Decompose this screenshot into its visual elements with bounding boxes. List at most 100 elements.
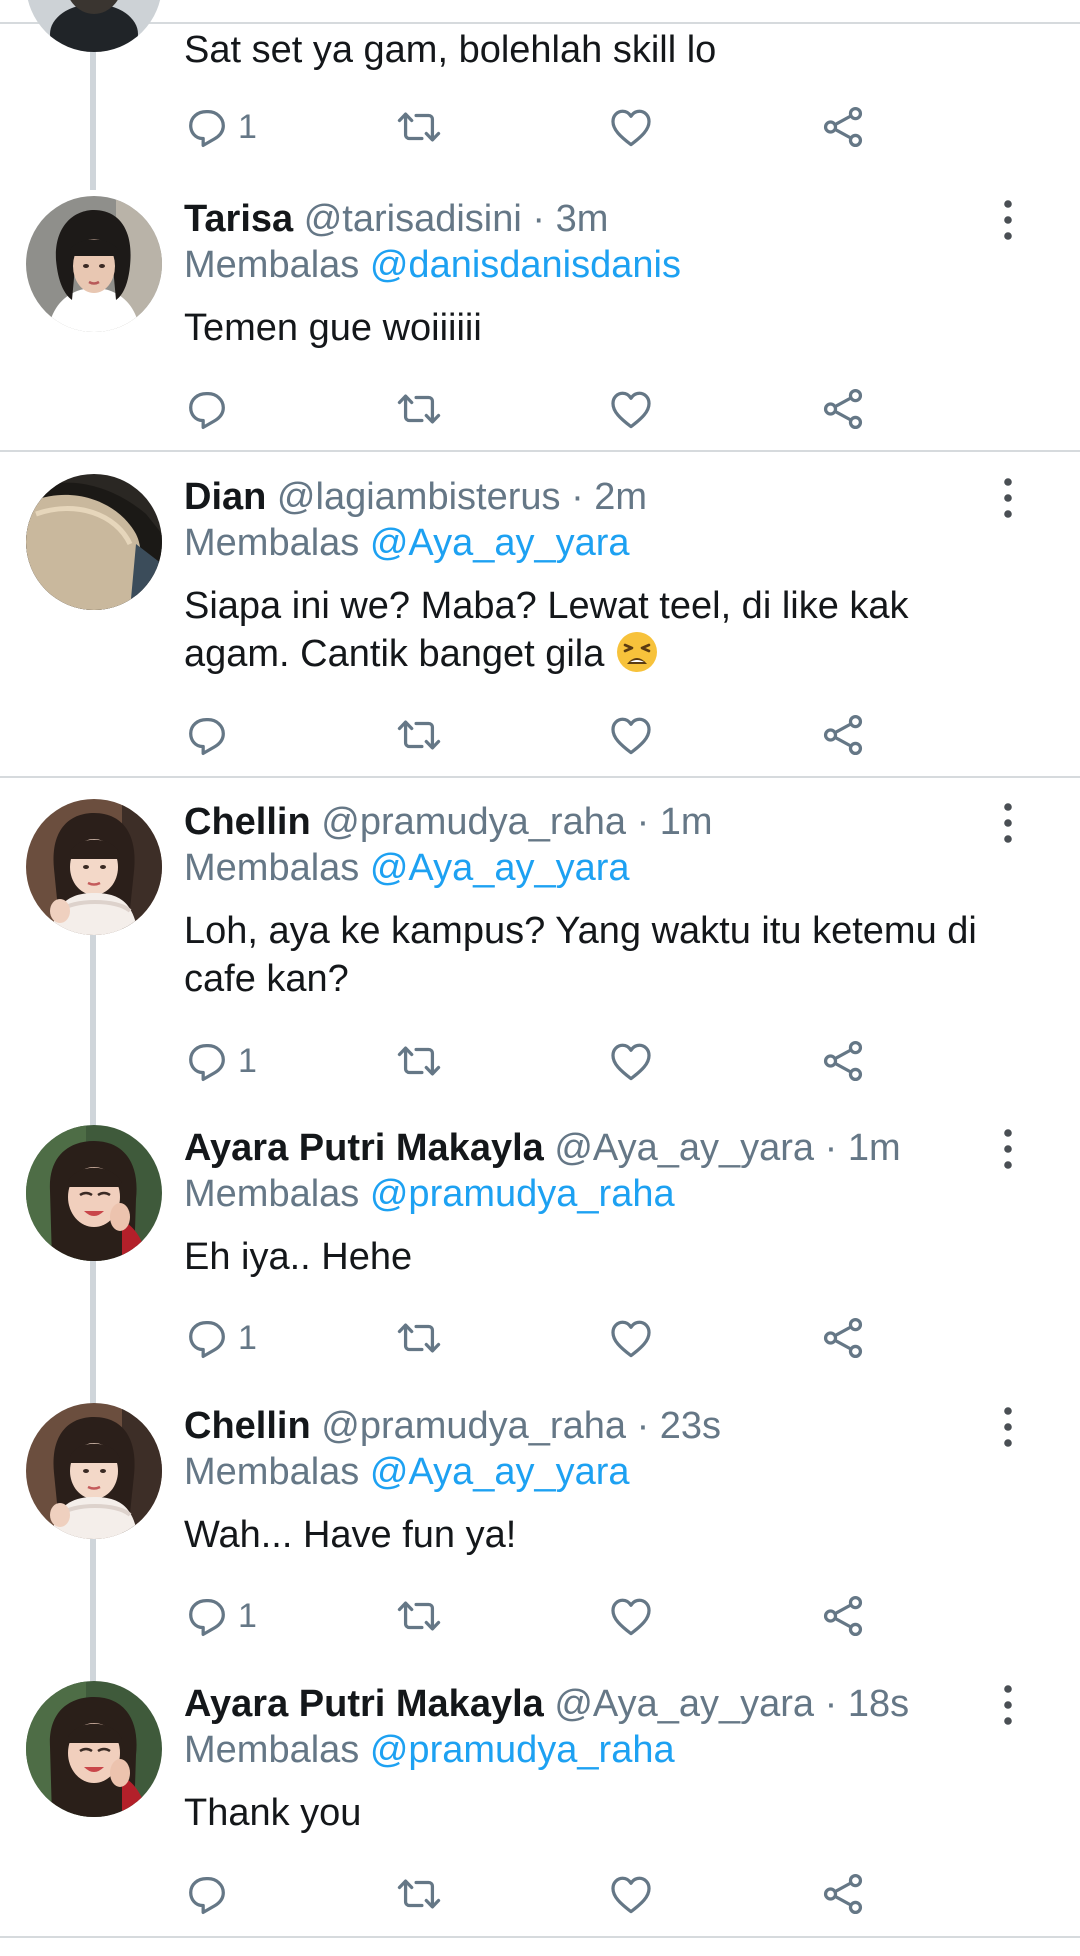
- mention-link[interactable]: @Aya_ay_yara: [370, 847, 630, 889]
- tweet-actions: 1: [0, 1311, 1080, 1365]
- retweet-button[interactable]: [396, 382, 442, 436]
- tweet-header: Chellin @pramudya_raha · 1m: [184, 799, 713, 845]
- tweet-actions: 1: [0, 100, 1080, 154]
- tweet-partial[interactable]: Sat set ya gam, bolehlah skill lo 1: [0, 0, 1080, 180]
- reply-button[interactable]: 1: [184, 1589, 257, 1643]
- mention-link[interactable]: @Aya_ay_yara: [370, 522, 630, 564]
- reply-button[interactable]: [184, 382, 230, 436]
- more-vertical-icon[interactable]: [996, 198, 1020, 242]
- reply-button[interactable]: 1: [184, 100, 257, 154]
- avatar[interactable]: [26, 1681, 162, 1817]
- retweet-icon: [396, 386, 442, 432]
- share-button[interactable]: [820, 1034, 866, 1088]
- reply-icon: [184, 1315, 230, 1361]
- tweet[interactable]: Chellin @pramudya_raha · 23s Membalas @A…: [0, 1403, 1080, 1643]
- reply-button[interactable]: [184, 708, 230, 762]
- mention-link[interactable]: @Aya_ay_yara: [370, 1451, 630, 1493]
- reply-icon: [184, 104, 230, 150]
- retweet-button[interactable]: [396, 1311, 442, 1365]
- avatar[interactable]: [26, 1403, 162, 1539]
- like-button[interactable]: [608, 1867, 654, 1921]
- share-button[interactable]: [820, 1867, 866, 1921]
- display-name[interactable]: Chellin: [184, 1405, 311, 1447]
- tweet-actions: 1: [0, 1589, 1080, 1643]
- reply-icon: [184, 1593, 230, 1639]
- more-vertical-icon[interactable]: [996, 1127, 1020, 1171]
- replying-to: Membalas @Aya_ay_yara: [184, 1449, 630, 1495]
- share-icon: [820, 1871, 866, 1917]
- like-icon: [608, 104, 654, 150]
- avatar[interactable]: [26, 1125, 162, 1261]
- timestamp: · 18s: [824, 1683, 910, 1725]
- handle[interactable]: @Aya_ay_yara: [554, 1683, 814, 1725]
- retweet-button[interactable]: [396, 1034, 442, 1088]
- more-vertical-icon[interactable]: [996, 476, 1020, 520]
- handle[interactable]: @pramudya_raha: [321, 1405, 626, 1447]
- reply-icon: [184, 1038, 230, 1084]
- share-button[interactable]: [820, 708, 866, 762]
- share-button[interactable]: [820, 100, 866, 154]
- divider: [0, 1936, 1080, 1938]
- reply-icon: [184, 1871, 230, 1917]
- tweet[interactable]: Dian @lagiambisterus · 2m Membalas @Aya_…: [0, 474, 1080, 774]
- retweet-button[interactable]: [396, 708, 442, 762]
- display-name[interactable]: Chellin: [184, 801, 311, 843]
- like-button[interactable]: [608, 1311, 654, 1365]
- mention-link[interactable]: @danisdanisdanis: [370, 244, 681, 286]
- mention-link[interactable]: @pramudya_raha: [370, 1729, 675, 1771]
- tweet-text: Temen gue woiiiiii: [184, 304, 1044, 352]
- tweet-text: Loh, aya ke kampus? Yang waktu itu ketem…: [184, 907, 1044, 1003]
- tweet-text-line: Eh iya.. Hehe: [184, 1236, 413, 1278]
- more-vertical-icon[interactable]: [996, 1683, 1020, 1727]
- handle[interactable]: @lagiambisterus: [277, 476, 561, 518]
- display-name[interactable]: Ayara Putri Makayla: [184, 1127, 544, 1169]
- retweet-button[interactable]: [396, 1867, 442, 1921]
- handle[interactable]: @Aya_ay_yara: [554, 1127, 814, 1169]
- tweet-header: Dian @lagiambisterus · 2m: [184, 474, 647, 520]
- replying-to-label: Membalas: [184, 1173, 360, 1215]
- more-vertical-icon[interactable]: [996, 801, 1020, 845]
- share-button[interactable]: [820, 1589, 866, 1643]
- replying-to: Membalas @Aya_ay_yara: [184, 520, 630, 566]
- avatar[interactable]: [26, 0, 162, 52]
- replying-to-label: Membalas: [184, 244, 360, 286]
- like-button[interactable]: [608, 1589, 654, 1643]
- tweet-actions: [0, 1867, 1080, 1921]
- share-button[interactable]: [820, 1311, 866, 1365]
- display-name[interactable]: Dian: [184, 476, 266, 518]
- retweet-icon: [396, 1315, 442, 1361]
- handle[interactable]: @tarisadisini: [304, 198, 522, 240]
- handle[interactable]: @pramudya_raha: [321, 801, 626, 843]
- like-button[interactable]: [608, 1034, 654, 1088]
- avatar[interactable]: [26, 196, 162, 332]
- more-vertical-icon[interactable]: [996, 1405, 1020, 1449]
- like-button[interactable]: [608, 708, 654, 762]
- reply-button[interactable]: 1: [184, 1034, 257, 1088]
- retweet-button[interactable]: [396, 1589, 442, 1643]
- like-icon: [608, 1593, 654, 1639]
- retweet-icon: [396, 1871, 442, 1917]
- mention-link[interactable]: @pramudya_raha: [370, 1173, 675, 1215]
- tweet[interactable]: Ayara Putri Makayla @Aya_ay_yara · 18s M…: [0, 1681, 1080, 1921]
- tweet-text: Wah... Have fun ya!: [184, 1511, 1044, 1559]
- display-name[interactable]: Tarisa: [184, 198, 293, 240]
- avatar[interactable]: [26, 799, 162, 935]
- tweet[interactable]: Ayara Putri Makayla @Aya_ay_yara · 1m Me…: [0, 1125, 1080, 1365]
- tweet-text-line: Thank you: [184, 1792, 362, 1834]
- display-name[interactable]: Ayara Putri Makayla: [184, 1683, 544, 1725]
- like-icon: [608, 1038, 654, 1084]
- share-button[interactable]: [820, 382, 866, 436]
- like-button[interactable]: [608, 382, 654, 436]
- avatar[interactable]: [26, 474, 162, 610]
- tweet[interactable]: Chellin @pramudya_raha · 1m Membalas @Ay…: [0, 799, 1080, 1099]
- like-icon: [608, 386, 654, 432]
- tweet[interactable]: Tarisa @tarisadisini · 3m Membalas @dani…: [0, 196, 1080, 446]
- divider: [0, 776, 1080, 778]
- reply-button[interactable]: 1: [184, 1311, 257, 1365]
- replying-to: Membalas @pramudya_raha: [184, 1727, 675, 1773]
- tweet-header: Tarisa @tarisadisini · 3m: [184, 196, 608, 242]
- retweet-button[interactable]: [396, 100, 442, 154]
- like-button[interactable]: [608, 100, 654, 154]
- reply-button[interactable]: [184, 1867, 230, 1921]
- replying-to: Membalas @danisdanisdanis: [184, 242, 681, 288]
